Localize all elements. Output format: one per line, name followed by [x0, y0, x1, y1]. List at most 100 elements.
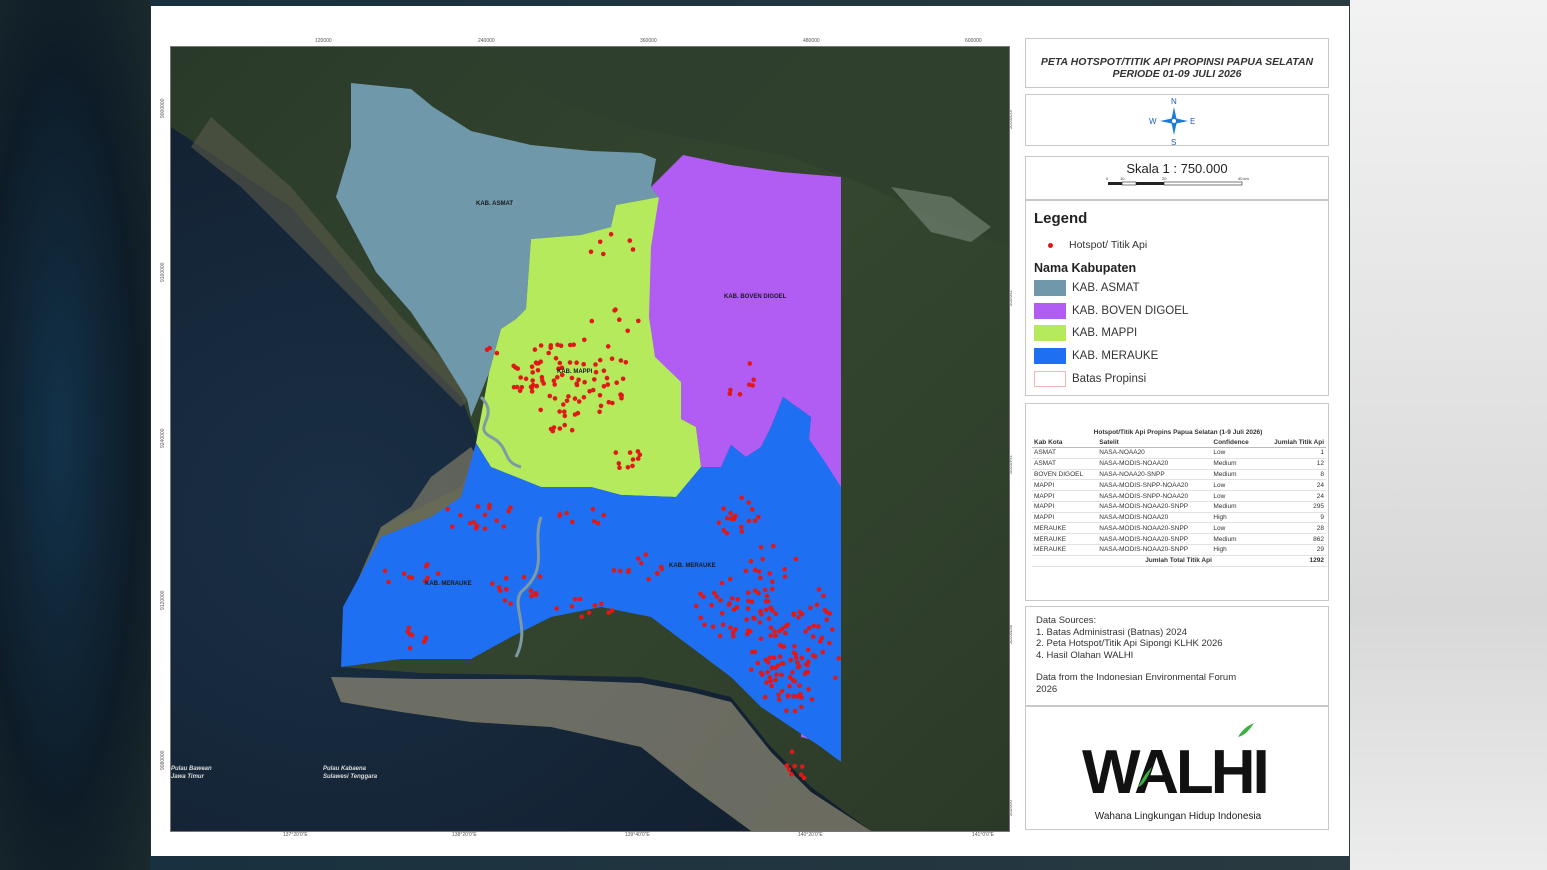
table-cell: MERAUKE	[1032, 533, 1098, 546]
hotspot-point	[799, 704, 804, 710]
hotspot-point	[557, 409, 562, 414]
hotspot-point	[724, 515, 730, 521]
hotspot-point	[792, 708, 798, 714]
hotspot-point	[636, 318, 641, 324]
hotspot-point	[795, 659, 800, 665]
hotspot-point	[734, 605, 740, 610]
hotspot-point	[824, 609, 830, 615]
legend-item-label: KAB. ASMAT	[1072, 282, 1140, 295]
hotspot-point	[502, 598, 508, 603]
hotspot-point	[745, 606, 751, 611]
hotspot-point	[782, 574, 788, 579]
table-cell: Medium	[1211, 469, 1260, 481]
hotspot-point	[630, 247, 636, 252]
table-cell: 24	[1259, 479, 1326, 492]
hotspot-point	[538, 407, 543, 413]
hotspot-point	[758, 544, 764, 550]
hotspot-point	[386, 579, 391, 585]
label-merauke-east: KAB. MERAUKE	[669, 563, 716, 569]
hotspot-point	[747, 628, 753, 634]
hotspot-point	[746, 500, 751, 505]
hotspot-point	[590, 507, 596, 512]
table-cell: 29	[1259, 544, 1326, 556]
hotspot-point	[816, 587, 822, 592]
hotspot-point	[548, 426, 554, 432]
scale-tick: 10	[1120, 176, 1125, 181]
hotspot-point	[569, 604, 575, 609]
hotspot-point	[728, 625, 733, 630]
legend-panel: Legend Hotspot/ Titik Api Nama Kabupaten…	[1025, 200, 1329, 396]
hotspot-point	[639, 560, 644, 566]
hotspot-point	[767, 655, 773, 660]
south-letter: S	[1171, 138, 1176, 147]
hotspot-point	[710, 624, 716, 629]
table-cell: High	[1211, 512, 1260, 524]
hotspot-point	[564, 510, 569, 516]
grid-tick-top: 480000	[803, 38, 820, 44]
hotspot-point	[646, 576, 651, 582]
table-cell: Low	[1211, 479, 1260, 492]
hotspot-point	[752, 567, 758, 573]
legend-item-label: Batas Propinsi	[1072, 373, 1147, 386]
hotspot-point	[765, 669, 770, 675]
hotspot-point	[435, 571, 441, 576]
hotspot-point	[824, 617, 830, 622]
blurred-background-right	[1350, 0, 1547, 870]
hotspot-point	[401, 571, 407, 577]
hotspot-point	[582, 379, 587, 385]
hotspot-point	[540, 378, 545, 383]
hotspot-point	[728, 387, 733, 393]
hotspot-point	[782, 567, 787, 572]
hotspot-point	[562, 422, 567, 428]
map-frame[interactable]: KAB. ASMAT KAB. BOVEN DIGOEL KAB. MAPPI …	[170, 46, 1010, 832]
hotspot-point	[643, 552, 648, 557]
hotspot-point	[617, 317, 622, 323]
hotspot-point	[738, 524, 744, 530]
hotspot-point	[743, 568, 749, 574]
table-cell: ASMAT	[1032, 447, 1098, 459]
map-canvas[interactable]: KAB. ASMAT KAB. BOVEN DIGOEL KAB. MAPPI …	[171, 47, 1009, 831]
hotspot-point	[601, 512, 606, 518]
hotspot-point	[792, 678, 797, 684]
hotspot-point	[709, 602, 714, 608]
hotspot-point	[530, 370, 535, 375]
hotspot-point	[771, 655, 777, 661]
hotspot-point	[814, 602, 820, 608]
north-arrow-panel: N S E W	[1025, 94, 1329, 147]
hotspot-point	[538, 343, 544, 348]
hotspot-point	[693, 603, 699, 609]
hotspot-point	[630, 463, 635, 469]
hotspot-point	[586, 610, 592, 616]
table-title: Hotspot/Titik Api Propins Papua Selatan …	[1093, 429, 1263, 436]
legend-hotspot: Hotspot/ Titik Api	[1048, 239, 1147, 251]
hotspot-point	[579, 614, 584, 620]
hotspot-point	[614, 380, 619, 386]
hotspot-point	[530, 378, 535, 383]
hotspot-point	[784, 708, 789, 714]
hotspot-point	[557, 426, 563, 431]
hotspot-dot-icon	[1048, 242, 1053, 248]
hotspot-point	[582, 337, 587, 343]
table-cell: MAPPI	[1032, 490, 1098, 502]
hotspot-point	[796, 615, 801, 620]
table-cell: Medium	[1211, 501, 1260, 513]
hotspot-point	[564, 398, 570, 404]
grid-tick-top: 600000	[965, 38, 982, 44]
hotspot-point	[490, 581, 495, 586]
hotspot-point	[762, 587, 768, 593]
hotspot-point	[719, 610, 725, 616]
table-cell: High	[1211, 544, 1260, 556]
table-header: Satelit	[1097, 438, 1212, 448]
hotspot-point	[795, 664, 801, 670]
hotspot-point	[783, 624, 788, 629]
table-total-value: 1292	[1259, 554, 1326, 567]
hotspot-point	[758, 575, 763, 581]
grid-tick-top: 120000	[315, 38, 332, 44]
hotspot-point	[576, 377, 581, 383]
hotspot-point	[508, 601, 513, 606]
hotspot-point	[735, 597, 740, 602]
compass-rose-icon: N S E W	[1149, 97, 1195, 147]
table-header-row: Kab Kota Satelit Confidence Jumlah Titik…	[1032, 438, 1326, 448]
hotspot-point	[519, 385, 525, 390]
hotspot-point	[783, 630, 788, 636]
